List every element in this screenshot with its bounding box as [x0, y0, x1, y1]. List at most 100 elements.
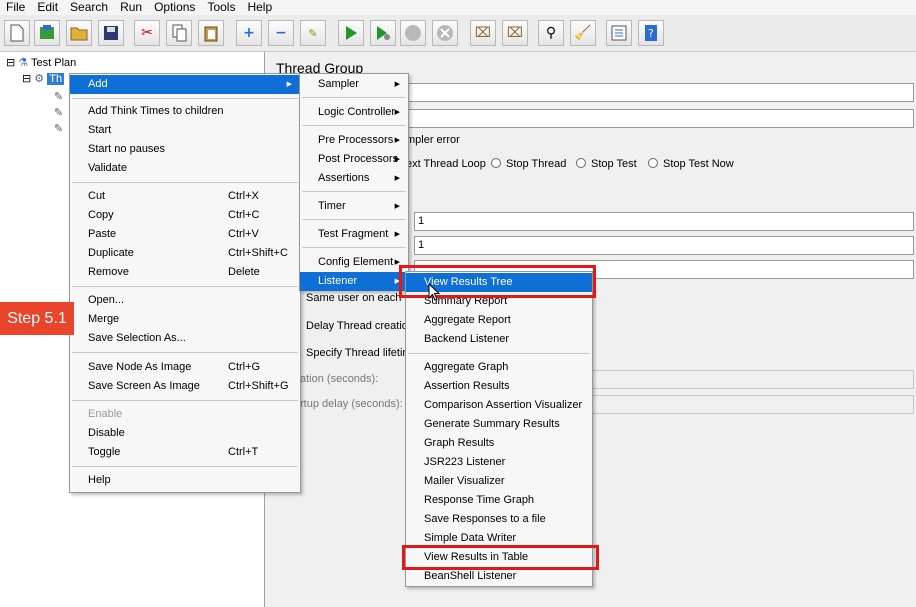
stop-icon[interactable]	[400, 20, 426, 46]
radio-next-loop[interactable]: ext Thread Loop	[406, 158, 486, 170]
tree-node-test-plan[interactable]: ⊟ ⚗ Test Plan	[6, 56, 76, 70]
listener-item-assertion-results[interactable]: Assertion Results	[406, 377, 592, 396]
listener-item-graph-results[interactable]: Graph Results	[406, 434, 592, 453]
radio-stop-test-now[interactable]: Stop Test Now	[648, 158, 734, 170]
separator	[72, 352, 298, 353]
listener-item-comparison-assertion-visualizer[interactable]: Comparison Assertion Visualizer	[406, 396, 592, 415]
sampler-icon[interactable]: ✎	[54, 106, 63, 120]
submenu-item-pre-processors[interactable]: Pre Processors ▶	[300, 131, 408, 150]
step-badge: Step 5.1	[0, 302, 74, 335]
listener-item-aggregate-report[interactable]: Aggregate Report	[406, 311, 592, 330]
toggle-icon[interactable]: ✎	[300, 20, 326, 46]
clear-all-icon[interactable]: ⌧	[502, 20, 528, 46]
separator	[302, 191, 406, 192]
thread-lifetime-checkbox[interactable]: Specify Thread lifetime	[306, 347, 418, 359]
function-helper-icon[interactable]	[606, 20, 632, 46]
menu-run[interactable]: Run	[114, 0, 148, 15]
sampler-icon[interactable]: ✎	[54, 122, 63, 136]
submenu-item-config-element[interactable]: Config Element ▶	[300, 253, 408, 272]
collapse-toggle-icon[interactable]: ⊟	[22, 73, 31, 85]
save-icon[interactable]	[98, 20, 124, 46]
submenu-arrow-icon: ▶	[394, 175, 400, 182]
startup-delay-field[interactable]	[592, 395, 914, 414]
reset-search-icon[interactable]: 🧹	[570, 20, 596, 46]
submenu-arrow-icon: ▶	[394, 203, 400, 210]
menu-edit[interactable]: Edit	[31, 0, 64, 15]
submenu-item-sampler[interactable]: Sampler ▶	[300, 75, 408, 94]
highlight-box-view-results-in-table	[402, 545, 599, 570]
menu-item-duplicate[interactable]: Duplicate Ctrl+Shift+C	[70, 244, 300, 263]
new-icon[interactable]	[4, 20, 30, 46]
menu-item-add[interactable]: Add ▶	[70, 75, 300, 94]
shutdown-icon[interactable]	[432, 20, 458, 46]
sampler-error-label: mpler error	[406, 134, 460, 146]
ramp-up-field[interactable]: 1	[414, 236, 914, 255]
menu-item-remove[interactable]: Remove Delete	[70, 263, 300, 282]
submenu-arrow-icon: ▶	[394, 109, 400, 116]
listener-item-generate-summary-results[interactable]: Generate Summary Results	[406, 415, 592, 434]
separator	[72, 400, 298, 401]
menu-help[interactable]: Help	[241, 0, 278, 15]
menu-item-start-no-pauses[interactable]: Start no pauses	[70, 140, 300, 159]
submenu-item-assertions[interactable]: Assertions ▶	[300, 169, 408, 188]
delay-thread-checkbox[interactable]: Delay Thread creation	[306, 320, 414, 332]
submenu-item-logic-controller[interactable]: Logic Controller ▶	[300, 103, 408, 122]
submenu-item-timer[interactable]: Timer ▶	[300, 197, 408, 216]
submenu-item-post-processors[interactable]: Post Processors ▶	[300, 150, 408, 169]
menu-item-toggle[interactable]: Toggle Ctrl+T	[70, 443, 300, 462]
radio-circle	[648, 158, 658, 168]
menu-item-save-selection[interactable]: Save Selection As...	[70, 329, 300, 348]
start-no-pauses-icon[interactable]	[370, 20, 396, 46]
mouse-cursor-icon	[428, 283, 440, 301]
test-plan-icon: ⚗	[18, 57, 29, 69]
radio-stop-test[interactable]: Stop Test	[576, 158, 637, 170]
menu-item-disable[interactable]: Disable	[70, 424, 300, 443]
number-of-threads-field[interactable]: 1	[414, 212, 914, 231]
gear-icon: ⚙	[34, 73, 45, 85]
listener-item-backend-listener[interactable]: Backend Listener	[406, 330, 592, 349]
menu-options[interactable]: Options	[148, 0, 201, 15]
clear-icon[interactable]: ⌧	[470, 20, 496, 46]
menu-item-add-think-times[interactable]: Add Think Times to children	[70, 102, 300, 121]
menu-search[interactable]: Search	[64, 0, 114, 15]
collapse-icon[interactable]: −	[268, 20, 294, 46]
templates-icon[interactable]	[34, 20, 60, 46]
radio-stop-thread[interactable]: Stop Thread	[491, 158, 566, 170]
search-icon[interactable]: ⚲	[538, 20, 564, 46]
listener-item-response-time-graph[interactable]: Response Time Graph	[406, 491, 592, 510]
menu-item-copy[interactable]: Copy Ctrl+C	[70, 206, 300, 225]
menu-file[interactable]: File	[0, 0, 31, 15]
listener-item-aggregate-graph[interactable]: Aggregate Graph	[406, 358, 592, 377]
copy-icon[interactable]	[166, 20, 192, 46]
menu-item-help[interactable]: Help	[70, 471, 300, 490]
tree-node-label: Th	[47, 73, 65, 85]
paste-icon[interactable]	[198, 20, 224, 46]
sampler-icon[interactable]: ✎	[54, 90, 63, 104]
name-field[interactable]	[396, 83, 914, 102]
menu-item-open[interactable]: Open...	[70, 291, 300, 310]
menu-item-save-node-image[interactable]: Save Node As Image Ctrl+G	[70, 358, 300, 377]
tree-node-thread-group[interactable]: ⊟ ⚙ Th	[22, 72, 65, 86]
menu-item-paste[interactable]: Paste Ctrl+V	[70, 225, 300, 244]
listener-item-jsr223-listener[interactable]: JSR223 Listener	[406, 453, 592, 472]
help-icon[interactable]: ?	[638, 20, 664, 46]
comments-field[interactable]	[396, 109, 914, 128]
menu-item-cut[interactable]: Cut Ctrl+X	[70, 187, 300, 206]
menu-item-start[interactable]: Start	[70, 121, 300, 140]
submenu-arrow-icon: ▶	[394, 137, 400, 144]
menu-item-save-screen-image[interactable]: Save Screen As Image Ctrl+Shift+G	[70, 377, 300, 396]
listener-item-mailer-visualizer[interactable]: Mailer Visualizer	[406, 472, 592, 491]
expand-icon[interactable]: +	[236, 20, 262, 46]
menu-item-validate[interactable]: Validate	[70, 159, 300, 178]
duration-field[interactable]	[592, 370, 914, 389]
submenu-item-test-fragment[interactable]: Test Fragment ▶	[300, 225, 408, 244]
menu-item-merge[interactable]: Merge	[70, 310, 300, 329]
submenu-item-listener[interactable]: Listener ▶	[300, 272, 408, 291]
cut-icon[interactable]: ✂	[134, 20, 160, 46]
duration-label: ation (seconds):	[300, 373, 379, 385]
listener-item-save-responses[interactable]: Save Responses to a file	[406, 510, 592, 529]
start-icon[interactable]	[338, 20, 364, 46]
collapse-toggle-icon[interactable]: ⊟	[6, 57, 15, 69]
open-icon[interactable]	[66, 20, 92, 46]
menu-tools[interactable]: Tools	[201, 0, 241, 15]
